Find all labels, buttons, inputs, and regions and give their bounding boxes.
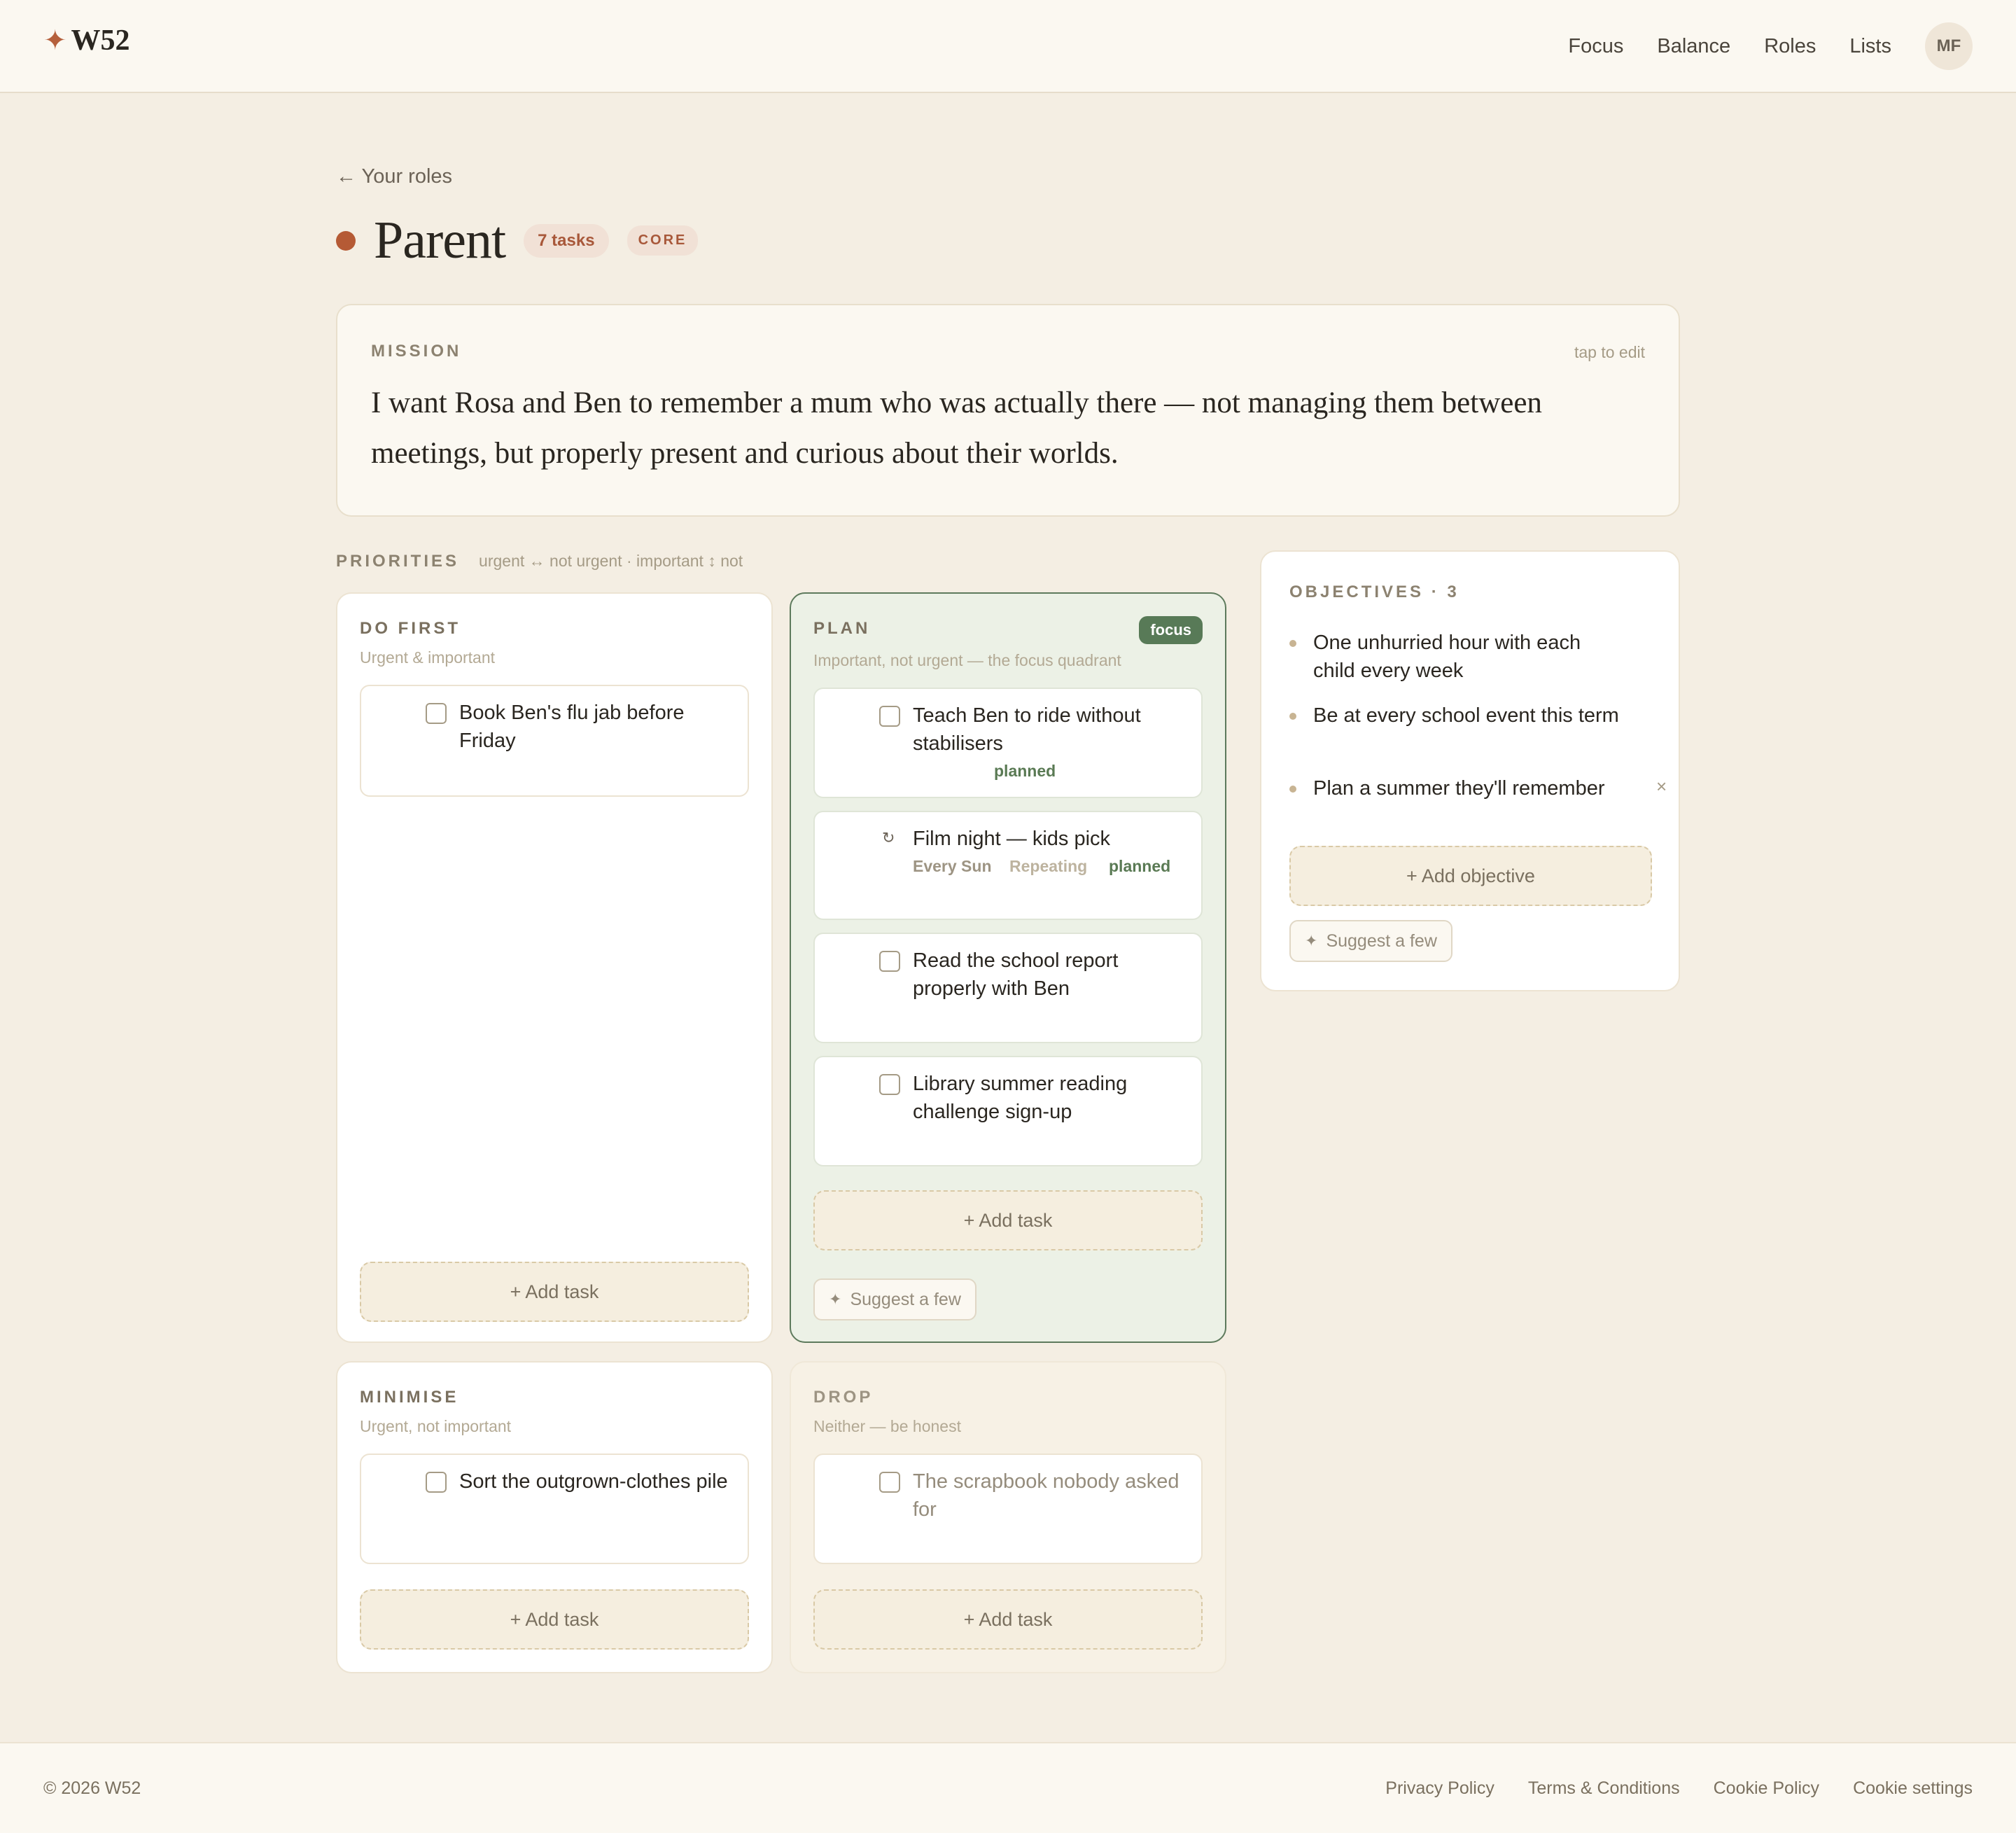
repeat-tag: Repeating (1009, 857, 1088, 875)
privacy-policy-link[interactable]: Privacy Policy (1385, 1778, 1494, 1799)
repeat-icon: ↻ (882, 829, 895, 846)
terms-link[interactable]: Terms & Conditions (1528, 1778, 1680, 1799)
add-task-button[interactable]: + Add task (813, 1589, 1203, 1650)
add-task-button[interactable]: + Add task (813, 1190, 1203, 1250)
planned-tag: planned (1109, 857, 1171, 875)
quadrant-do-first: DO FIRST Urgent & important Book Ben's f… (336, 592, 773, 1343)
top-bar: ✦ W52 Focus Balance Roles Lists MF (0, 0, 2016, 93)
cookie-policy-link[interactable]: Cookie Policy (1714, 1778, 1819, 1799)
nav-roles[interactable]: Roles (1764, 35, 1816, 58)
objectives-card: OBJECTIVES · 3 One unhurried hour with e… (1260, 550, 1680, 991)
task-checkbox[interactable] (879, 706, 900, 727)
objective-item[interactable]: Be at every school event this term (1289, 702, 1639, 760)
focus-badge: focus (1139, 616, 1203, 644)
quadrant-subtitle: Neither — be honest (813, 1417, 961, 1435)
task-text: Read the school report properly with Ben (913, 949, 1119, 1000)
page-title: Parent (374, 211, 506, 270)
task-text: Book Ben's flu jab before Friday (459, 702, 685, 752)
quadrant-drop: DROP Neither — be honest The scrapbook n… (790, 1361, 1226, 1673)
task-card[interactable]: Book Ben's flu jab before Friday (360, 685, 749, 797)
priorities-legend: urgent ↔ not urgent · important ↕ not (479, 552, 743, 570)
bullet-dot (1289, 713, 1296, 720)
quadrant-title: MINIMISE (360, 1388, 459, 1407)
nav-focus[interactable]: Focus (1568, 35, 1623, 58)
sparkle-icon: ✦ (829, 1290, 842, 1308)
add-task-button[interactable]: + Add task (360, 1262, 749, 1322)
suggest-label: Suggest a few (1326, 931, 1437, 951)
main-nav: Focus Balance Roles Lists MF (1568, 22, 1973, 70)
task-checkbox[interactable] (879, 951, 900, 972)
nav-balance[interactable]: Balance (1657, 35, 1730, 58)
task-count-badge: 7 tasks (524, 223, 609, 258)
priorities-label: PRIORITIES (336, 552, 460, 571)
logo[interactable]: ✦ W52 (43, 24, 130, 57)
priorities-header: PRIORITIES urgent ↔ not urgent · importa… (336, 552, 743, 571)
quadrant-title: DO FIRST (360, 619, 461, 638)
task-checkbox[interactable] (879, 1472, 900, 1493)
add-task-button[interactable]: + Add task (360, 1589, 749, 1650)
quadrant-title: DROP (813, 1388, 874, 1407)
quadrant-title: PLAN (813, 619, 871, 638)
objective-item[interactable]: Plan a summer they'll remember × (1289, 774, 1667, 805)
star-icon: ✦ (43, 25, 67, 56)
quadrant-subtitle: Urgent & important (360, 648, 496, 667)
task-card[interactable]: ↻ Film night — kids pick Every Sun Repea… (813, 811, 1203, 920)
objective-text: Be at every school event this term (1313, 704, 1619, 727)
nav-lists[interactable]: Lists (1849, 35, 1891, 58)
objective-text: Plan a summer they'll remember (1313, 777, 1605, 800)
quadrant-plan: PLAN focus Important, not urgent — the f… (790, 592, 1226, 1343)
back-link[interactable]: ← Your roles (336, 165, 452, 188)
add-objective-button[interactable]: + Add objective (1289, 846, 1652, 906)
task-text: Sort the outgrown-clothes pile (459, 1470, 728, 1493)
task-card[interactable]: Teach Ben to ride without stabilisers pl… (813, 688, 1203, 798)
core-badge: CORE (626, 225, 699, 256)
task-text: The scrapbook nobody asked for (913, 1470, 1180, 1521)
role-header: Parent 7 tasks CORE (336, 210, 699, 271)
mission-text: I want Rosa and Ben to remember a mum wh… (371, 386, 1542, 470)
footer: © 2026 W52 Privacy Policy Terms & Condit… (0, 1742, 2016, 1833)
task-text: Teach Ben to ride without stabilisers (913, 704, 1141, 755)
quadrant-subtitle: Urgent, not important (360, 1417, 512, 1435)
logo-text: W52 (71, 25, 130, 57)
suggest-label: Suggest a few (850, 1289, 961, 1309)
quadrant-subtitle: Important, not urgent — the focus quadra… (813, 651, 1121, 669)
task-card[interactable]: Read the school report properly with Ben (813, 933, 1203, 1043)
suggest-objectives-button[interactable]: ✦ Suggest a few (1289, 920, 1452, 962)
schedule-tag: Every Sun (913, 857, 992, 875)
bullet-dot (1289, 786, 1296, 793)
role-color-dot (336, 230, 356, 251)
task-card[interactable]: Sort the outgrown-clothes pile (360, 1454, 749, 1564)
task-card[interactable]: The scrapbook nobody asked for (813, 1454, 1203, 1564)
objective-text: One unhurried hour with each child every… (1313, 632, 1581, 682)
quadrant-minimise: MINIMISE Urgent, not important Sort the … (336, 1361, 773, 1673)
task-checkbox[interactable] (426, 1472, 447, 1493)
cookie-settings-link[interactable]: Cookie settings (1853, 1778, 1973, 1799)
task-checkbox[interactable] (879, 1074, 900, 1095)
sparkle-icon: ✦ (1305, 932, 1318, 949)
task-checkbox[interactable] (426, 703, 447, 724)
task-text: Film night — kids pick (913, 828, 1111, 850)
bullet-dot (1289, 640, 1296, 647)
task-text: Library summer reading challenge sign-up (913, 1073, 1128, 1123)
objectives-title: OBJECTIVES · 3 (1289, 583, 1460, 601)
avatar[interactable]: MF (1925, 22, 1973, 70)
suggest-button[interactable]: ✦ Suggest a few (813, 1278, 976, 1320)
footer-links: Privacy Policy Terms & Conditions Cookie… (1385, 1778, 1973, 1799)
planned-tag: planned (994, 762, 1056, 780)
copyright: © 2026 W52 (43, 1778, 141, 1798)
objective-item[interactable]: One unhurried hour with each child every… (1289, 629, 1639, 688)
mission-card[interactable]: MISSION tap to edit I want Rosa and Ben … (336, 304, 1680, 517)
mission-label: MISSION (371, 342, 462, 361)
task-card[interactable]: Library summer reading challenge sign-up (813, 1056, 1203, 1166)
remove-objective-icon[interactable]: × (1656, 776, 1667, 797)
mission-edit-hint[interactable]: tap to edit (1574, 343, 1645, 362)
